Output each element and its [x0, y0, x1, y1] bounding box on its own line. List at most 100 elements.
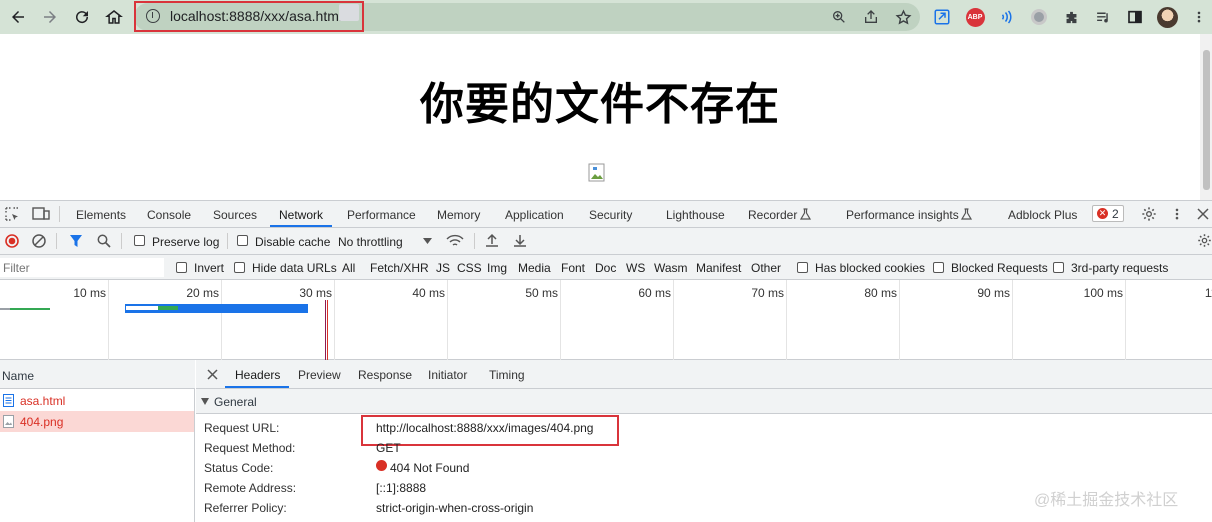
zoom-icon[interactable]: [828, 6, 850, 28]
gridline: [673, 280, 674, 360]
gridline: [1125, 280, 1126, 360]
detail-tab-headers[interactable]: Headers: [235, 368, 280, 382]
close-devtools-icon[interactable]: [1197, 208, 1209, 220]
puzzle-icon[interactable]: [1060, 6, 1082, 28]
filter-funnel-icon[interactable]: [69, 234, 83, 248]
devtools-menu-icon[interactable]: [1170, 207, 1184, 221]
tab-performance[interactable]: Performance: [347, 208, 416, 222]
tab-recorder[interactable]: Recorder: [748, 208, 797, 222]
device-toolbar-icon[interactable]: [32, 207, 50, 221]
close-detail-icon[interactable]: [207, 369, 218, 380]
tab-security[interactable]: Security: [589, 208, 632, 222]
disable-cache-checkbox[interactable]: [237, 235, 248, 246]
waterfall-bar-png-wait: [158, 306, 178, 310]
referrer-policy-value: strict-origin-when-cross-origin: [376, 501, 534, 515]
gridline: [899, 280, 900, 360]
import-har-icon[interactable]: [485, 233, 499, 248]
divider: [474, 233, 475, 249]
inspect-element-icon[interactable]: [5, 207, 19, 221]
filter-type-manifest[interactable]: Manifest: [696, 261, 741, 275]
side-panel-icon[interactable]: [1124, 6, 1146, 28]
throttling-select[interactable]: No throttling: [338, 235, 403, 249]
filter-type-css[interactable]: CSS: [457, 261, 482, 275]
load-marker: [327, 300, 328, 360]
filter-type-doc[interactable]: Doc: [595, 261, 616, 275]
name-column-header: Name: [2, 369, 35, 383]
tick-label: 10 ms: [73, 286, 106, 300]
tab-adblock-plus[interactable]: Adblock Plus: [1008, 208, 1077, 222]
remote-address-value: [::1]:8888: [376, 481, 427, 495]
media-queue-icon[interactable]: [1092, 6, 1114, 28]
has-blocked-cookies-checkbox[interactable]: [797, 262, 808, 273]
export-har-icon[interactable]: [513, 233, 527, 248]
circle-extension-icon[interactable]: [1028, 6, 1050, 28]
filter-type-media[interactable]: Media: [518, 261, 551, 275]
third-party-label: 3rd-party requests: [1071, 261, 1169, 275]
filter-type-wasm[interactable]: Wasm: [654, 261, 688, 275]
tab-console[interactable]: Console: [147, 208, 191, 222]
request-row-404-png[interactable]: 404.png: [0, 411, 194, 432]
filter-type-js[interactable]: JS: [436, 261, 450, 275]
blocked-requests-checkbox[interactable]: [933, 262, 944, 273]
filter-type-other[interactable]: Other: [751, 261, 781, 275]
preserve-log-label: Preserve log: [152, 235, 220, 249]
gridline: [786, 280, 787, 360]
filter-input[interactable]: [0, 258, 164, 277]
detail-tab-response[interactable]: Response: [358, 368, 412, 382]
detail-tab-initiator[interactable]: Initiator: [428, 368, 467, 382]
error-icon: ✕: [1097, 208, 1108, 219]
network-conditions-icon[interactable]: [446, 233, 464, 249]
page-heading: 你要的文件不存在: [420, 80, 780, 129]
tab-lighthouse[interactable]: Lighthouse: [666, 208, 725, 222]
record-icon[interactable]: [5, 234, 19, 248]
network-settings-gear-icon[interactable]: [1197, 233, 1212, 248]
detail-tab-timing[interactable]: Timing: [489, 368, 525, 382]
status-code-key: Status Code:: [204, 461, 274, 475]
profile-avatar[interactable]: [1156, 6, 1178, 28]
tab-memory[interactable]: Memory: [437, 208, 480, 222]
requests-header[interactable]: Name: [0, 360, 195, 389]
gridline: [221, 280, 222, 360]
tab-network[interactable]: Network: [279, 208, 323, 222]
filter-type-ws[interactable]: WS: [626, 261, 645, 275]
forward-button[interactable]: [38, 5, 62, 29]
request-row-asa-html[interactable]: asa.html: [0, 390, 194, 411]
page-scrollbar-thumb[interactable]: [1203, 50, 1210, 190]
tab-application[interactable]: Application: [505, 208, 564, 222]
arrow-right-icon: [44, 11, 56, 23]
search-icon[interactable]: [97, 234, 111, 248]
settings-gear-icon[interactable]: [1141, 206, 1157, 222]
tab-sources[interactable]: Sources: [213, 208, 257, 222]
filter-type-font[interactable]: Font: [561, 261, 585, 275]
network-overview[interactable]: 10 ms 20 ms 30 ms 40 ms 50 ms 60 ms 70 m…: [0, 280, 1212, 360]
reload-button[interactable]: [70, 5, 94, 29]
tab-performance-insights[interactable]: Performance insights: [846, 208, 959, 222]
clear-icon[interactable]: [32, 234, 46, 248]
tick-label: 40 ms: [412, 286, 445, 300]
request-url-key: Request URL:: [204, 421, 280, 435]
blocked-requests-label: Blocked Requests: [951, 261, 1048, 275]
audio-icon[interactable]: [996, 6, 1018, 28]
error-count-badge[interactable]: ✕ 2: [1092, 205, 1124, 222]
filter-type-fetch-xhr[interactable]: Fetch/XHR: [370, 261, 429, 275]
gridline: [560, 280, 561, 360]
filter-type-img[interactable]: Img: [487, 261, 507, 275]
abp-badge[interactable]: ABP: [964, 6, 986, 28]
tab-elements[interactable]: Elements: [76, 208, 126, 222]
bookmark-star-icon[interactable]: [892, 6, 914, 28]
error-count: 2: [1112, 207, 1119, 221]
filter-type-all[interactable]: All: [342, 261, 355, 275]
tick-label: 90 ms: [977, 286, 1010, 300]
third-party-checkbox[interactable]: [1053, 262, 1064, 273]
share-icon[interactable]: [860, 6, 882, 28]
extension-icon[interactable]: [931, 6, 953, 28]
invert-checkbox[interactable]: [176, 262, 187, 273]
hide-data-urls-checkbox[interactable]: [234, 262, 245, 273]
home-button[interactable]: [102, 5, 126, 29]
more-vert-icon[interactable]: [1188, 6, 1210, 28]
general-section-header[interactable]: General: [196, 389, 1212, 414]
preserve-log-checkbox[interactable]: [134, 235, 145, 246]
flask-icon: [961, 208, 972, 220]
detail-tab-preview[interactable]: Preview: [298, 368, 341, 382]
back-button[interactable]: [6, 5, 30, 29]
